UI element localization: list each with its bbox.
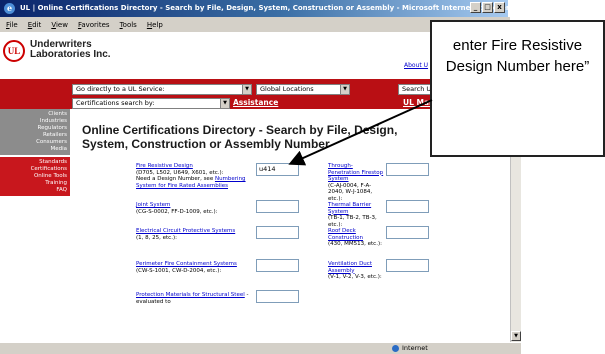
electrical-circuit-desc: (1, 8, 25, etc.):	[136, 234, 177, 241]
field-electrical-circuit: Electrical Circuit Protective Systems (1…	[136, 228, 254, 241]
nav-item-standards[interactable]: Standards	[0, 159, 67, 166]
page-title: Online Certifications Directory - Search…	[82, 123, 398, 151]
about-link[interactable]: About U	[404, 62, 428, 69]
minimize-button[interactable]: _	[470, 2, 481, 13]
nav-item-online-tools[interactable]: Online Tools	[0, 173, 67, 180]
thermal-barrier-input[interactable]	[386, 200, 429, 213]
nav-group-resources: Standards Certifications Online Tools Tr…	[0, 157, 70, 196]
joint-system-desc: (CG-S-0002, FF-D-1009, etc.):	[136, 208, 218, 215]
ul-logo[interactable]: UL	[3, 40, 25, 62]
assistance-link[interactable]: Assistance	[233, 98, 278, 107]
fire-resistive-design-desc: (D705, L502, U649, X601, etc.): Need a D…	[136, 169, 224, 183]
protection-materials-input[interactable]	[256, 290, 299, 303]
nav-item-training[interactable]: Training	[0, 180, 67, 187]
nav-item-certifications[interactable]: Certifications	[0, 166, 67, 173]
perimeter-fire-desc: (CW-S-1001, CW-D-2004, etc.):	[136, 267, 222, 274]
status-bar: Internet	[0, 342, 521, 354]
field-thermal-barrier: Thermal Barrier System (TB-1, TB-2, TB-3…	[328, 202, 384, 228]
left-nav: Clients Industries Regulators Retailers …	[0, 109, 70, 342]
field-through-penetration: Through-Penetration Firestop System (C-A…	[328, 163, 384, 203]
protection-materials-link[interactable]: Protection Materials for Structural Stee…	[136, 292, 245, 298]
callout-box: enter Fire Resistive Design Number here”	[430, 20, 605, 157]
fire-resistive-design-link[interactable]: Fire Resistive Design	[136, 163, 193, 169]
joint-system-input[interactable]	[256, 200, 299, 213]
nav-item-faq[interactable]: FAQ	[0, 187, 67, 194]
window-titlebar: e UL | Online Certifications Directory -…	[0, 0, 508, 17]
field-fire-resistive-design: Fire Resistive Design (D705, L502, U649,…	[136, 163, 254, 189]
company-line2: Laboratories Inc.	[30, 49, 111, 60]
field-perimeter-fire: Perimeter Fire Containment Systems (CW-S…	[136, 261, 254, 274]
nav-item-consumers[interactable]: Consumers	[0, 139, 67, 146]
service-select-value: Go directly to a UL Service:	[76, 85, 165, 93]
location-select-value: Global Locations	[260, 85, 314, 93]
menu-file[interactable]: File	[6, 21, 18, 29]
menu-favorites[interactable]: Favorites	[78, 21, 110, 29]
nav-item-clients[interactable]: Clients	[0, 111, 67, 118]
electrical-circuit-link[interactable]: Electrical Circuit Protective Systems	[136, 228, 235, 234]
roof-deck-input[interactable]	[386, 226, 429, 239]
ie-logo-icon: e	[4, 3, 15, 14]
nav-item-industries[interactable]: Industries	[0, 118, 67, 125]
fire-resistive-design-input[interactable]: u414	[256, 163, 299, 176]
dropdown-arrow-icon: ▼	[242, 85, 251, 94]
scroll-down-icon[interactable]: ▼	[511, 331, 521, 341]
through-penetration-desc: (C-AJ-0004, F-A-2040, W-J-1084, etc.):	[328, 182, 373, 202]
thermal-barrier-link[interactable]: Thermal Barrier System	[328, 202, 371, 215]
window-controls: _ □ x	[470, 2, 505, 13]
menu-edit[interactable]: Edit	[28, 21, 42, 29]
nav-item-regulators[interactable]: Regulators	[0, 125, 67, 132]
company-name: Underwriters Laboratories Inc.	[30, 40, 111, 60]
dropdown-arrow-icon: ▼	[220, 99, 229, 108]
through-penetration-input[interactable]	[386, 163, 429, 176]
nav-item-retailers[interactable]: Retailers	[0, 132, 67, 139]
dropdown-arrow-icon: ▼	[340, 85, 349, 94]
nav-item-media[interactable]: Media	[0, 146, 67, 153]
thermal-barrier-desc: (TB-1, TB-2, TB-3, etc.):	[328, 215, 377, 228]
nav-group-audiences: Clients Industries Regulators Retailers …	[0, 109, 70, 155]
status-zone: Internet	[402, 344, 428, 352]
maximize-button[interactable]: □	[482, 2, 493, 13]
field-protection-materials: Protection Materials for Structural Stee…	[136, 292, 254, 305]
certifications-select[interactable]: Certifications search by: ▼	[72, 98, 230, 109]
globe-icon	[392, 345, 399, 352]
close-button[interactable]: x	[494, 2, 505, 13]
electrical-circuit-input[interactable]	[256, 226, 299, 239]
menu-help[interactable]: Help	[147, 21, 163, 29]
perimeter-fire-input[interactable]	[256, 259, 299, 272]
service-select[interactable]: Go directly to a UL Service: ▼	[72, 84, 252, 95]
ventilation-duct-desc: (V-1, V-2, V-3, etc.):	[328, 274, 382, 281]
location-select[interactable]: Global Locations ▼	[256, 84, 350, 95]
ventilation-duct-link[interactable]: Ventilation Duct Assembly	[328, 261, 372, 274]
field-joint-system: Joint System (CG-S-0002, FF-D-1009, etc.…	[136, 202, 254, 215]
menu-tools[interactable]: Tools	[120, 21, 137, 29]
field-roof-deck: Roof Deck Construction (430, MM513, etc.…	[328, 228, 384, 248]
roof-deck-link[interactable]: Roof Deck Construction	[328, 228, 363, 241]
joint-system-link[interactable]: Joint System	[136, 202, 170, 208]
window-title: UL | Online Certifications Directory - S…	[20, 4, 508, 12]
through-penetration-link[interactable]: Through-Penetration Firestop System	[328, 163, 383, 182]
perimeter-fire-link[interactable]: Perimeter Fire Containment Systems	[136, 261, 237, 267]
roof-deck-desc: (430, MM513, etc.):	[328, 241, 382, 248]
menu-view[interactable]: View	[51, 21, 68, 29]
ventilation-duct-input[interactable]	[386, 259, 429, 272]
field-ventilation-duct: Ventilation Duct Assembly (V-1, V-2, V-3…	[328, 261, 384, 281]
certifications-select-value: Certifications search by:	[76, 99, 155, 107]
